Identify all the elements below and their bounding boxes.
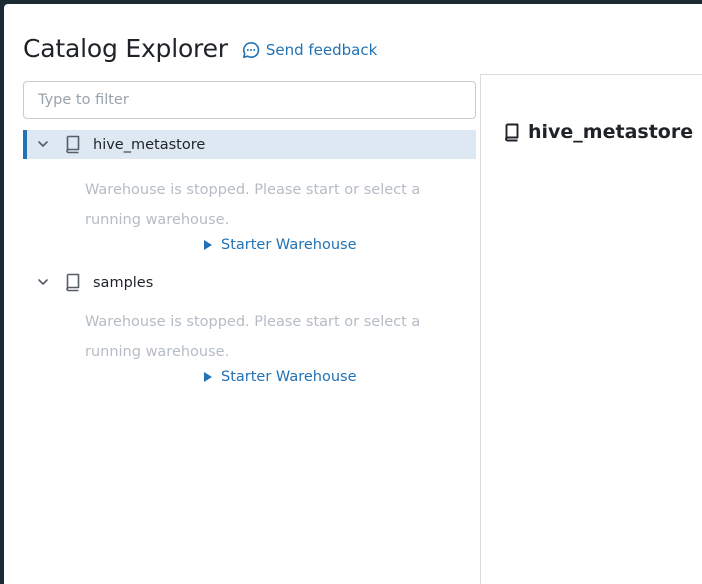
book-icon — [505, 123, 519, 142]
book-icon — [66, 135, 80, 154]
header-divider — [480, 74, 702, 75]
send-feedback-link[interactable]: Send feedback — [242, 41, 377, 59]
panel-divider[interactable] — [480, 74, 481, 584]
chat-bubble-icon — [242, 41, 260, 58]
tree-item-label: hive_metastore — [93, 136, 206, 153]
warehouse-label: Starter Warehouse — [221, 237, 357, 253]
catalog-explorer-window: Catalog Explorer Send feedback hive_meta… — [4, 4, 702, 584]
chevron-down-icon[interactable] — [37, 138, 49, 150]
detail-title: hive_metastore — [503, 121, 693, 143]
page-title: Catalog Explorer — [23, 33, 228, 63]
detail-title-label: hive_metastore — [528, 121, 694, 143]
start-warehouse-button[interactable]: Starter Warehouse — [203, 369, 357, 385]
start-warehouse-button[interactable]: Starter Warehouse — [203, 237, 357, 253]
play-icon — [204, 372, 212, 382]
warehouse-label: Starter Warehouse — [221, 369, 357, 385]
warehouse-stopped-message: Warehouse is stopped. Please start or se… — [85, 182, 421, 228]
play-icon — [204, 240, 212, 250]
tree-item-label: samples — [93, 274, 154, 291]
catalog-tree-panel: hive_metastore Warehouse is stopped. Ple… — [23, 74, 480, 584]
send-feedback-label: Send feedback — [265, 41, 378, 59]
chevron-down-icon[interactable] — [37, 276, 49, 288]
filter-input[interactable] — [23, 81, 476, 119]
tree-item-samples[interactable]: samples — [23, 268, 476, 297]
book-icon — [66, 273, 80, 292]
page-header: Catalog Explorer Send feedback — [23, 28, 377, 68]
warehouse-stopped-message: Warehouse is stopped. Please start or se… — [85, 314, 421, 360]
tree-item-hive-metastore[interactable]: hive_metastore — [23, 130, 476, 159]
